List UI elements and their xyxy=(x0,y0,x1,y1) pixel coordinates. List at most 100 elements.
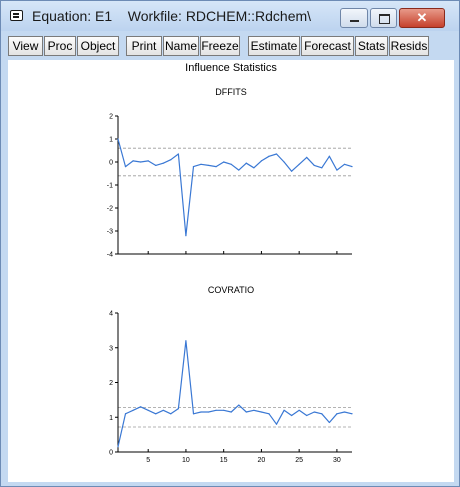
covratio-y-tick-label-1: 3 xyxy=(109,345,113,352)
covratio-x-tick-label-5: 30 xyxy=(333,457,341,462)
dffits-y-tick-label-6: -4 xyxy=(107,252,113,259)
covratio-data-point-30 xyxy=(343,411,346,413)
dffits-data-point-26 xyxy=(313,164,315,167)
toolbar: View Proc Object Print Name Freeze Estim… xyxy=(8,36,454,58)
dffits-title: DFFITS xyxy=(215,87,247,97)
dffits-data-point-14 xyxy=(223,161,225,163)
dffits-data-point-3 xyxy=(140,161,142,163)
covratio-x-tick-label-2: 15 xyxy=(220,457,228,462)
covratio-data-point-16 xyxy=(238,404,240,406)
dffits-data-point-9 xyxy=(185,235,187,237)
dffits-data-point-2 xyxy=(132,160,134,162)
covratio-data-point-29 xyxy=(336,413,338,415)
covratio-data-point-17 xyxy=(245,411,247,413)
covratio-chart: COVRATIO 4 3 2 1 0 5 10 15 20 25 30 xyxy=(8,282,454,464)
dffits-data-point-27 xyxy=(321,167,323,169)
close-button[interactable] xyxy=(399,8,445,28)
covratio-data-point-28 xyxy=(328,421,330,424)
dffits-data-point-23 xyxy=(291,170,293,172)
covratio-x-tick-label-4: 25 xyxy=(295,457,303,462)
dffits-data-point-28 xyxy=(328,155,330,157)
covratio-data-point-24 xyxy=(298,409,300,411)
covratio-data-point-11 xyxy=(200,411,202,413)
dffits-y-tick-label-4: -2 xyxy=(107,206,113,213)
covratio-data-point-10 xyxy=(192,413,195,415)
dffits-data-point-4 xyxy=(147,160,149,162)
forecast-button[interactable]: Forecast xyxy=(301,36,354,56)
freeze-button[interactable]: Freeze xyxy=(200,36,240,56)
maximize-button[interactable] xyxy=(370,8,397,28)
covratio-data-point-7 xyxy=(170,413,172,415)
covratio-plot: 432105 10 15 20 25 30 xyxy=(109,311,353,464)
minimize-button[interactable] xyxy=(340,8,368,28)
covratio-y-tick-label-3: 1 xyxy=(109,415,113,422)
dffits-data-point-6 xyxy=(162,162,164,164)
dffits-data-point-13 xyxy=(215,166,217,168)
proc-button[interactable]: Proc xyxy=(44,36,76,56)
dffits-plot: 210-1-2-3-451015202530 xyxy=(107,114,353,266)
title-bar[interactable]: Equation: E1 Workfile: RDCHEM::Rdchem\ xyxy=(1,1,459,31)
dffits-data-point-7 xyxy=(170,159,172,161)
dffits-data-point-16 xyxy=(238,169,240,171)
dffits-data-point-22 xyxy=(283,161,285,163)
dffits-data-point-19 xyxy=(260,160,263,162)
dffits-data-point-29 xyxy=(336,169,338,171)
window-title: Equation: E1 Workfile: RDCHEM::Rdchem\ xyxy=(32,8,312,24)
covratio-data-point-22 xyxy=(283,409,285,411)
covratio-data-point-8 xyxy=(177,407,179,410)
covratio-data-point-23 xyxy=(291,414,293,417)
name-button[interactable]: Name xyxy=(163,36,199,56)
covratio-data-point-12 xyxy=(207,411,210,413)
covratio-x-tick-label-3: 20 xyxy=(258,457,266,462)
dffits-data-point-10 xyxy=(192,166,195,168)
dffits-data-point-25 xyxy=(306,156,308,158)
covratio-data-point-9 xyxy=(185,340,187,342)
dffits-series-line xyxy=(117,138,353,237)
dffits-data-point-31 xyxy=(351,166,353,168)
dffits-data-point-30 xyxy=(343,163,346,165)
view-button[interactable]: View xyxy=(8,36,43,56)
resids-button[interactable]: Resids xyxy=(389,36,429,56)
dffits-y-tick-label-5: -3 xyxy=(107,229,113,236)
dffits-data-point-5 xyxy=(155,164,157,167)
covratio-data-point-6 xyxy=(162,409,164,411)
covratio-data-point-2 xyxy=(132,409,134,411)
covratio-data-point-1 xyxy=(124,413,127,415)
dffits-data-point-20 xyxy=(268,155,270,157)
covratio-y-tick-label-2: 2 xyxy=(109,380,113,387)
object-button[interactable]: Object xyxy=(77,36,119,56)
covratio-data-point-26 xyxy=(313,411,315,413)
covratio-x-tick-label-0: 5 xyxy=(146,457,150,462)
covratio-data-point-20 xyxy=(268,413,270,415)
dffits-data-point-24 xyxy=(298,163,300,165)
dffits-y-tick-label-1: 1 xyxy=(109,137,113,144)
dffits-data-point-1 xyxy=(124,166,127,168)
covratio-x-tick-label-1: 10 xyxy=(182,457,190,462)
system-menu-icon[interactable] xyxy=(10,10,23,21)
covratio-data-point-0 xyxy=(117,446,119,448)
dffits-y-tick-label-0: 2 xyxy=(109,114,113,121)
dffits-data-point-21 xyxy=(275,153,278,155)
equation-window: Equation: E1 Workfile: RDCHEM::Rdchem\ V… xyxy=(0,0,460,487)
covratio-data-point-5 xyxy=(155,413,157,415)
covratio-y-tick-label-0: 4 xyxy=(109,311,113,318)
dffits-y-tick-label-2: 0 xyxy=(109,160,113,167)
covratio-data-point-31 xyxy=(351,413,353,415)
dffits-data-point-12 xyxy=(207,164,210,167)
covratio-data-point-25 xyxy=(306,414,308,417)
dffits-chart: DFFITS 210-1-2-3-451015202530 xyxy=(8,83,454,266)
covratio-data-point-18 xyxy=(253,409,255,411)
print-button[interactable]: Print xyxy=(126,36,162,56)
estimate-button[interactable]: Estimate xyxy=(248,36,300,56)
dffits-data-point-17 xyxy=(245,162,247,164)
covratio-data-point-15 xyxy=(230,411,232,413)
dffits-data-point-0 xyxy=(117,138,119,140)
covratio-data-point-27 xyxy=(321,413,323,415)
covratio-data-point-21 xyxy=(275,423,278,425)
covratio-series-line xyxy=(117,340,353,447)
covratio-title: COVRATIO xyxy=(207,285,255,295)
dffits-data-point-8 xyxy=(177,153,179,155)
covratio-data-point-4 xyxy=(147,409,149,411)
stats-button[interactable]: Stats xyxy=(355,36,388,56)
dffits-data-point-18 xyxy=(253,167,255,169)
